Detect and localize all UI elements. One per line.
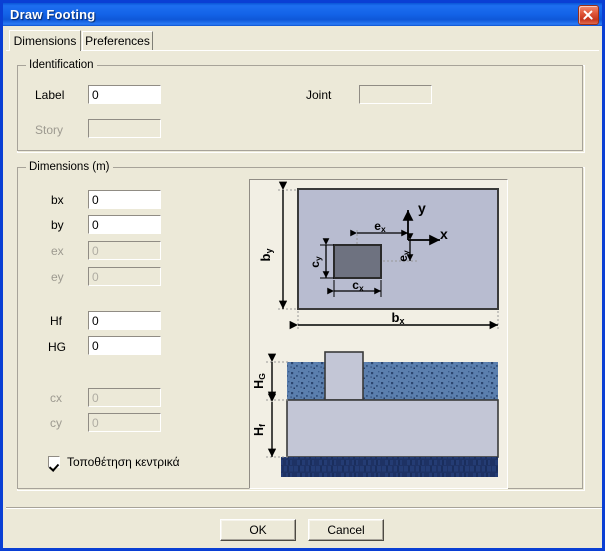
by-input[interactable]: 0 <box>88 215 161 234</box>
ey-label: ey <box>51 270 64 284</box>
ex-input: 0 <box>88 241 161 260</box>
ex-label: ex <box>51 244 64 258</box>
joint-input <box>359 85 432 104</box>
hg-input[interactable]: 0 <box>88 336 161 355</box>
tab-strip: Dimensions Preferences <box>6 30 602 51</box>
center-placement-label: Τοποθέτηση κεντρικά <box>67 455 180 469</box>
draw-footing-dialog: Draw Footing Dimensions Preferences Iden… <box>0 0 605 551</box>
hg-label: HG <box>48 340 66 354</box>
footing-diagram-svg: by bx y x ex ey cy cx HG Hf <box>252 181 499 477</box>
tab-dimensions-label: Dimensions <box>13 34 77 48</box>
ok-button[interactable]: OK <box>220 519 296 541</box>
title-bar: Draw Footing <box>3 3 602 26</box>
story-label: Story <box>35 123 64 137</box>
center-placement-checkbox[interactable]: Τοποθέτηση κεντρικά <box>48 455 180 469</box>
checkbox-check-icon <box>48 456 60 468</box>
hf-input[interactable]: 0 <box>88 311 161 330</box>
cx-label: cx <box>50 391 62 405</box>
section-hf-label: Hf <box>252 424 267 436</box>
joint-label: Joint <box>306 88 332 102</box>
label-label: Label <box>35 88 65 102</box>
cancel-button-label: Cancel <box>327 523 365 537</box>
ey-input: 0 <box>88 267 161 286</box>
story-input <box>88 119 161 138</box>
plan-axis-x-label: x <box>440 226 448 242</box>
ok-button-label: OK <box>249 523 267 537</box>
hf-label: Hf <box>50 314 62 328</box>
label-input[interactable]: 0 <box>88 85 161 104</box>
window-title: Draw Footing <box>10 7 96 22</box>
bx-label: bx <box>51 193 64 207</box>
identification-group: Identification <box>17 59 585 153</box>
tab-dimensions[interactable]: Dimensions <box>9 30 81 51</box>
plan-bx-label: bx <box>392 310 405 326</box>
bx-input[interactable]: 0 <box>88 190 161 209</box>
cy-input: 0 <box>88 413 161 432</box>
cancel-button[interactable]: Cancel <box>308 519 384 541</box>
identification-group-title: Identification <box>26 59 97 71</box>
by-label: by <box>51 218 64 232</box>
dimensions-group-title: Dimensions (m) <box>26 161 113 173</box>
close-icon[interactable] <box>578 5 599 25</box>
tab-preferences-label: Preferences <box>85 34 150 48</box>
plan-by-label: by <box>258 249 274 262</box>
cx-input: 0 <box>88 388 161 407</box>
footing-diagram: by bx y x ex ey cy cx HG Hf <box>249 179 508 489</box>
footer-separator <box>6 507 602 509</box>
cy-label: cy <box>50 416 62 430</box>
plan-axis-y-label: y <box>418 200 426 216</box>
section-hg-label: HG <box>252 373 267 389</box>
tab-preferences[interactable]: Preferences <box>82 31 153 50</box>
